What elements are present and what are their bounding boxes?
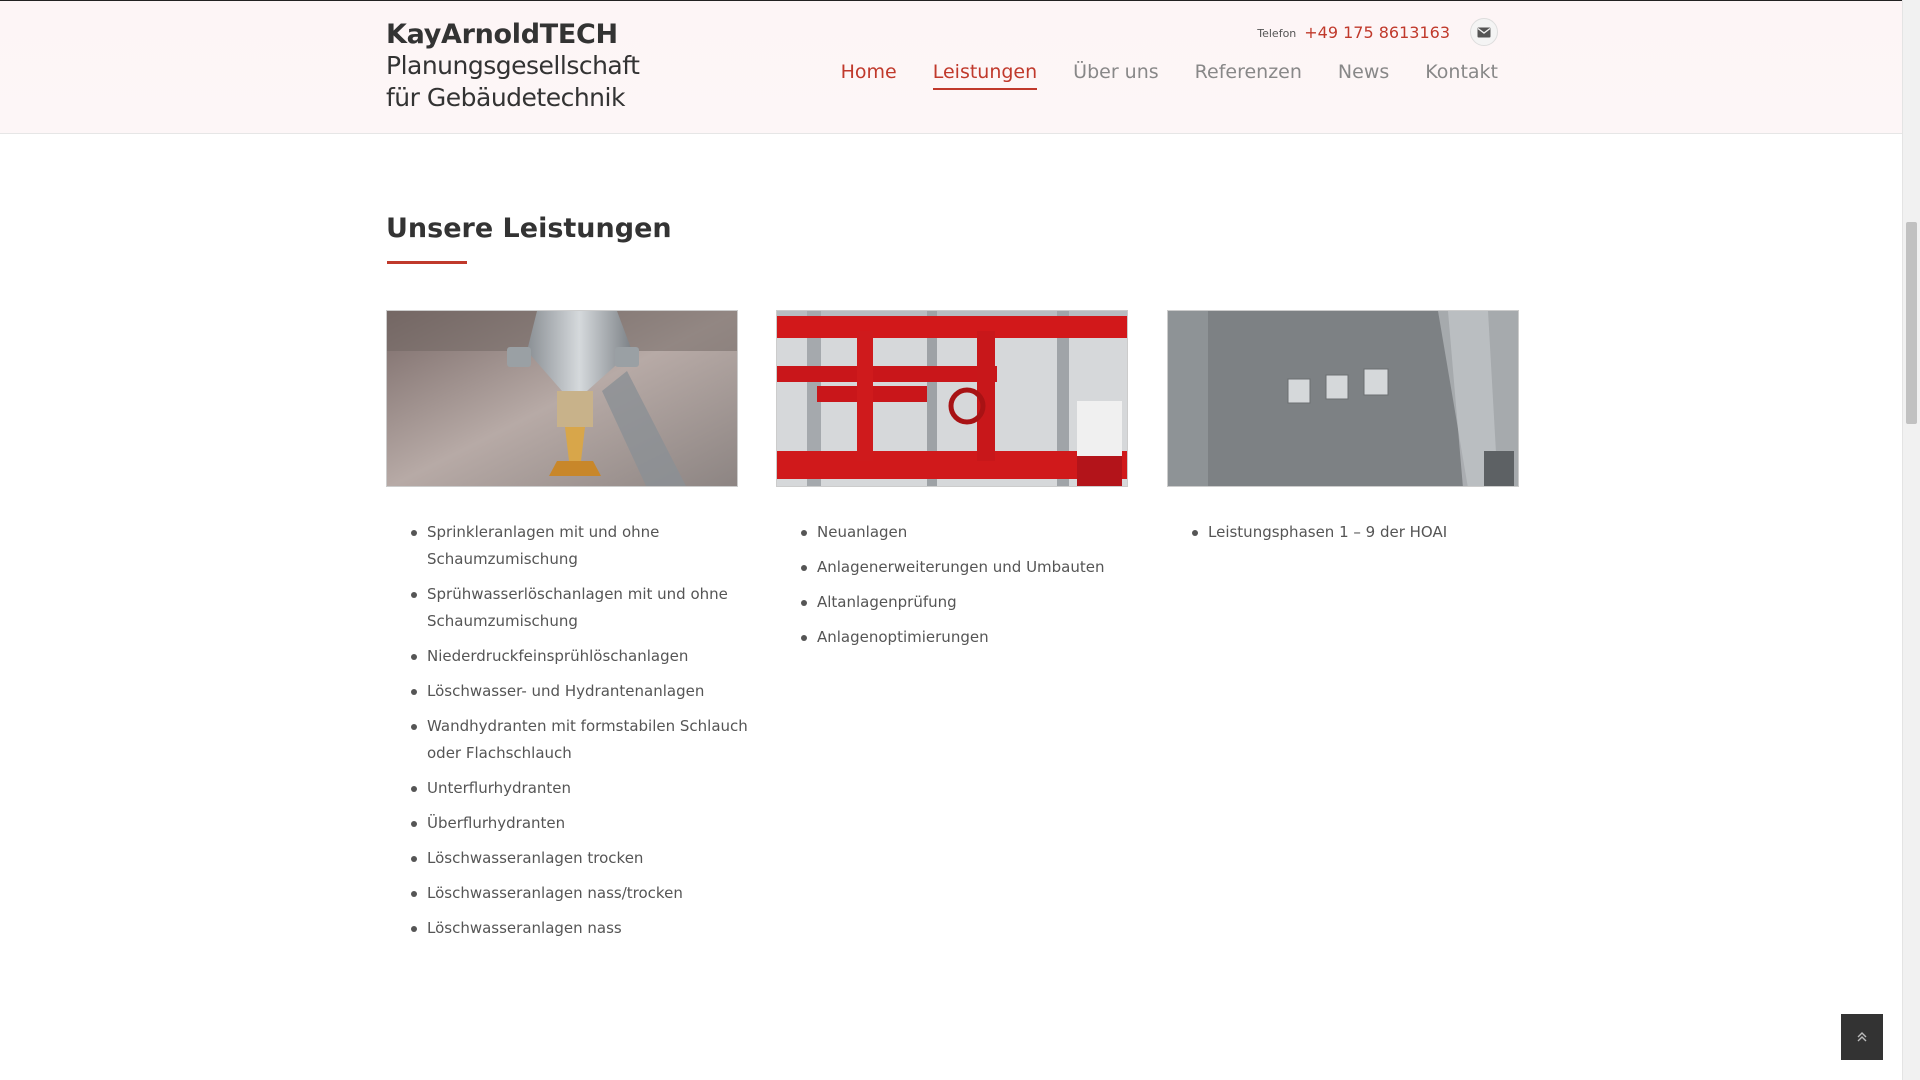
site-header: KayArnoldTECH Planungsgesellschaft für G… [0, 0, 1902, 134]
title-underline [387, 261, 467, 264]
building-facade-photo [1167, 310, 1519, 487]
list-item: Sprinkleranlagen mit und ohne Schaumzumi… [411, 519, 751, 573]
envelope-icon[interactable] [1470, 18, 1498, 46]
section-title: Unsere Leistungen [386, 213, 672, 244]
services-column-1: Sprinkleranlagen mit und ohne Schaumzumi… [411, 519, 751, 950]
nav-home[interactable]: Home [841, 61, 897, 90]
sprinkler-head-photo [386, 310, 738, 487]
red-pipes-photo [776, 310, 1128, 487]
list-item: Löschwasser- und Hydrantenanlagen [411, 678, 751, 705]
list-item: Wandhydranten mit formstabilen Schlauch … [411, 713, 751, 767]
services-list-3: Leistungsphasen 1 – 9 der HOAI [1192, 519, 1532, 546]
list-item: Unterflurhydranten [411, 775, 751, 802]
list-item: Leistungsphasen 1 – 9 der HOAI [1192, 519, 1532, 546]
services-list-2: Neuanlagen Anlagenerweiterungen und Umba… [801, 519, 1141, 651]
list-item: Löschwasseranlagen nass [411, 915, 751, 942]
main-nav: Home Leistungen Über uns Referenzen News… [841, 61, 1498, 90]
brand-logo[interactable]: KayArnoldTECH Planungsgesellschaft für G… [386, 19, 640, 114]
brand-tagline-2: für Gebäudetechnik [386, 83, 625, 112]
nav-kontakt[interactable]: Kontakt [1425, 61, 1498, 90]
list-item: Anlagenoptimierungen [801, 624, 1141, 651]
back-to-top-button[interactable] [1841, 1014, 1883, 1060]
double-chevron-up-icon [1857, 1032, 1867, 1042]
services-column-2: Neuanlagen Anlagenerweiterungen und Umba… [801, 519, 1141, 659]
list-item: Niederdruckfeinsprühlöschanlagen [411, 643, 751, 670]
nav-ueber-uns[interactable]: Über uns [1073, 61, 1159, 90]
brand-name: KayArnoldTECH [386, 19, 618, 50]
phone-number[interactable]: +49 175 8613163 [1304, 23, 1450, 42]
nav-referenzen[interactable]: Referenzen [1195, 61, 1302, 90]
list-item: Neuanlagen [801, 519, 1141, 546]
services-list-1: Sprinkleranlagen mit und ohne Schaumzumi… [411, 519, 751, 942]
nav-news[interactable]: News [1338, 61, 1389, 90]
brand-tagline-1: Planungsgesellschaft [386, 51, 640, 80]
phone-label: Telefon [1257, 27, 1297, 40]
list-item: Altanlagenprüfung [801, 589, 1141, 616]
list-item: Löschwasseranlagen nass/trocken [411, 880, 751, 907]
list-item: Anlagenerweiterungen und Umbauten [801, 554, 1141, 581]
list-item: Sprühwasserlöschanlagen mit und ohne Sch… [411, 581, 751, 635]
page: KayArnoldTECH Planungsgesellschaft für G… [0, 0, 1902, 1080]
list-item: Überflurhydranten [411, 810, 751, 837]
services-column-3: Leistungsphasen 1 – 9 der HOAI [1192, 519, 1532, 554]
list-item: Löschwasseranlagen trocken [411, 845, 751, 872]
nav-leistungen[interactable]: Leistungen [932, 61, 1038, 90]
contact-bar: Telefon +49 175 8613163 [1257, 18, 1498, 46]
scrollbar-thumb[interactable] [1906, 222, 1917, 424]
page-scrollbar[interactable] [1902, 0, 1920, 1080]
